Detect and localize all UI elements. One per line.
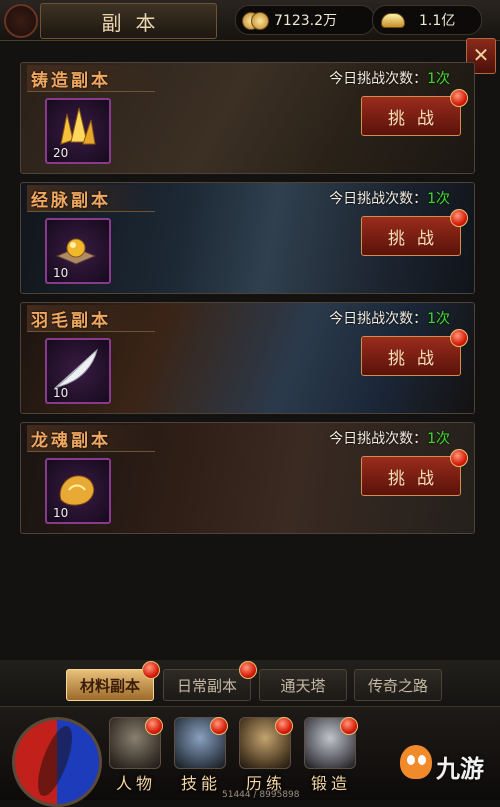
challenge-button[interactable]: 挑战 <box>361 89 468 136</box>
dungeon-card-dragon-soul: 龙魂副本 今日挑战次数：1次 10 挑战 <box>20 422 475 534</box>
nav-skill[interactable]: 技能 <box>170 715 228 797</box>
notification-dot-icon <box>450 209 468 227</box>
count-value: 1次 <box>427 71 450 87</box>
challenge-button-label: 挑战 <box>388 108 446 129</box>
challenge-count: 今日挑战次数：1次 <box>329 188 450 208</box>
gold-ingot-icon <box>379 9 405 31</box>
corner-ornament-icon <box>4 4 38 38</box>
tab-daily-dungeon[interactable]: 日常副本 <box>163 661 257 701</box>
top-bar: 副本 7123.2万 1.1亿 <box>0 0 500 41</box>
notification-dot-icon <box>340 717 358 735</box>
nav-label: 锻造 <box>310 774 351 793</box>
notification-dot-icon <box>450 89 468 107</box>
count-value: 1次 <box>427 431 450 447</box>
gold-coin-icon <box>242 9 269 31</box>
item-quantity: 10 <box>53 266 69 280</box>
tab-material-dungeon[interactable]: 材料副本 <box>66 661 160 701</box>
challenge-button[interactable]: 挑战 <box>361 209 468 256</box>
dungeon-card-forge: 铸造副本 今日挑战次数：1次 20 挑战 <box>20 62 475 174</box>
notification-dot-icon <box>142 661 160 679</box>
challenge-button-label: 挑战 <box>388 468 446 489</box>
challenge-button[interactable]: 挑战 <box>361 449 468 496</box>
dungeon-name: 经脉副本 <box>31 191 111 211</box>
count-label: 今日挑战次数： <box>329 431 428 447</box>
tab-label: 日常副本 <box>176 676 237 695</box>
tab-legend-road[interactable]: 传奇之路 <box>354 669 442 701</box>
reward-item-slot[interactable]: 20 <box>45 98 111 164</box>
dungeon-name: 铸造副本 <box>31 71 111 91</box>
notification-dot-icon <box>145 717 163 735</box>
watermark-text: 九游 <box>436 755 484 783</box>
bottom-nav: 人物 技能 历练 锻造 九游 <box>0 706 500 807</box>
reward-item-slot[interactable]: 10 <box>45 338 111 404</box>
item-quantity: 10 <box>53 506 69 520</box>
challenge-count: 今日挑战次数：1次 <box>329 308 450 328</box>
challenge-count: 今日挑战次数：1次 <box>329 68 450 88</box>
count-label: 今日挑战次数： <box>329 71 428 87</box>
tab-label: 传奇之路 <box>367 676 428 695</box>
count-value: 1次 <box>427 311 450 327</box>
nav-label: 技能 <box>180 774 221 793</box>
reward-item-slot[interactable]: 10 <box>45 458 111 524</box>
notification-dot-icon <box>210 717 228 735</box>
count-value: 1次 <box>427 191 450 207</box>
item-quantity: 20 <box>53 146 69 160</box>
gold-counter: 7123.2万 <box>235 5 375 35</box>
dungeon-name: 羽毛副本 <box>31 311 111 331</box>
reward-item-slot[interactable]: 10 <box>45 218 111 284</box>
mascot-icon <box>400 745 432 779</box>
tab-sky-tower[interactable]: 通天塔 <box>259 669 347 701</box>
challenge-button[interactable]: 挑战 <box>361 329 468 376</box>
challenge-button-label: 挑战 <box>388 228 446 249</box>
tab-label: 材料副本 <box>79 676 140 695</box>
page-title-plate: 副本 <box>40 3 217 39</box>
notification-dot-icon <box>450 449 468 467</box>
tab-label: 通天塔 <box>280 676 326 695</box>
dungeon-card-feather: 羽毛副本 今日挑战次数：1次 10 挑战 <box>20 302 475 414</box>
count-label: 今日挑战次数： <box>329 191 428 207</box>
dungeon-name: 龙魂副本 <box>31 431 111 451</box>
challenge-count: 今日挑战次数：1次 <box>329 428 450 448</box>
watermark-logo: 九游 <box>392 739 500 797</box>
dungeon-tabs: 材料副本 日常副本 通天塔 传奇之路 <box>0 660 500 706</box>
nav-label: 人物 <box>115 774 156 793</box>
notification-dot-icon <box>275 717 293 735</box>
notification-dot-icon <box>450 329 468 347</box>
page-title: 副本 <box>101 10 170 35</box>
nav-forge[interactable]: 锻造 <box>300 715 358 797</box>
count-label: 今日挑战次数： <box>329 311 428 327</box>
ingot-counter: 1.1亿 <box>372 5 482 35</box>
notification-dot-icon <box>239 661 257 679</box>
gold-value: 7123.2万 <box>274 13 337 29</box>
yin-yang-menu-icon[interactable] <box>12 717 102 807</box>
item-quantity: 10 <box>53 386 69 400</box>
nav-character[interactable]: 人物 <box>105 715 163 797</box>
challenge-button-label: 挑战 <box>388 348 446 369</box>
ingot-value: 1.1亿 <box>419 13 456 29</box>
dungeon-card-meridian: 经脉副本 今日挑战次数：1次 10 挑战 <box>20 182 475 294</box>
nav-training[interactable]: 历练 <box>235 715 293 797</box>
